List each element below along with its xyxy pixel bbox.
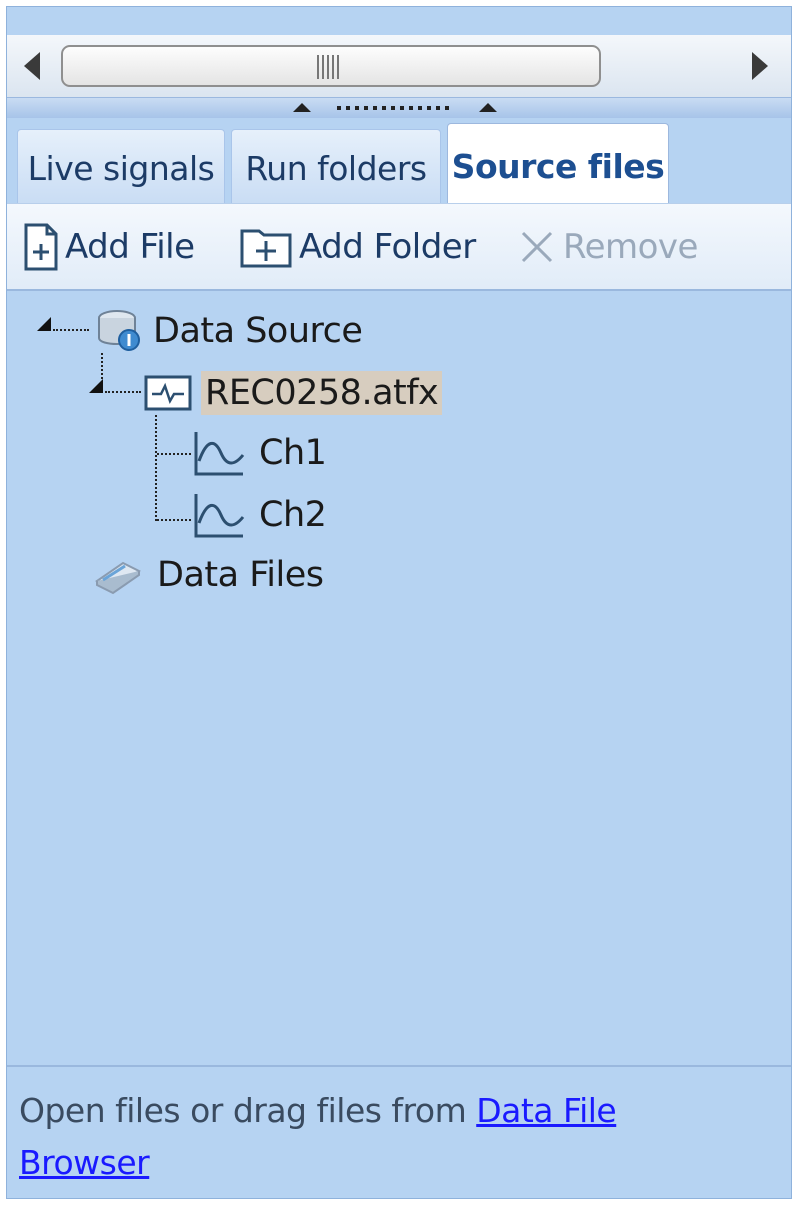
splitter-grip-icon — [337, 106, 449, 110]
link-text-line2: Browser — [19, 1143, 150, 1182]
scrollbar-thumb[interactable] — [61, 45, 601, 87]
tab-strip: Live signals Run folders Source files — [7, 123, 791, 209]
waveform-icon — [194, 432, 245, 476]
collapse-up-icon[interactable] — [293, 103, 311, 112]
source-tree: Data Source REC0258.atfx Ch1 Ch2 Data Fi… — [7, 291, 791, 1065]
hint-text: Open files or drag files from — [19, 1091, 477, 1130]
expand-up-icon[interactable] — [479, 103, 497, 112]
scroll-left-button[interactable] — [9, 35, 55, 97]
tree-node-data-source[interactable]: Data Source — [93, 305, 366, 357]
add-file-label: Add File — [65, 227, 195, 267]
arrow-left-icon — [24, 52, 40, 80]
source-files-panel: Live signals Run folders Source files Ad… — [6, 6, 792, 1199]
tab-run-folders[interactable]: Run folders — [231, 129, 441, 207]
tab-live-signals[interactable]: Live signals — [17, 129, 225, 207]
scroll-right-button[interactable] — [737, 35, 783, 97]
add-folder-icon — [240, 229, 292, 268]
arrow-right-icon — [752, 52, 768, 80]
toolbar: Add File Add Folder Remove — [7, 203, 791, 291]
status-hint: Open files or drag files from Data File B… — [7, 1065, 791, 1198]
horizontal-scrollbar[interactable] — [7, 35, 791, 97]
add-folder-label: Add Folder — [299, 227, 476, 267]
tree-node-file[interactable]: REC0258.atfx — [143, 367, 443, 419]
database-icon — [98, 310, 140, 351]
collapse-arrow-icon[interactable] — [89, 379, 103, 393]
tree-node-label: Ch2 — [259, 495, 327, 535]
tab-label: Source files — [451, 147, 665, 186]
tree-connector — [53, 329, 89, 331]
grip-icon — [317, 55, 339, 79]
close-icon — [521, 231, 553, 263]
tree-connector — [105, 391, 141, 393]
tree-node-label: Data Source — [153, 311, 363, 351]
tree-node-label: REC0258.atfx — [201, 371, 443, 415]
waveform-icon — [194, 494, 245, 538]
link-text-line1: Data File — [476, 1091, 617, 1130]
add-file-icon — [24, 223, 58, 271]
tree-connector — [155, 415, 157, 521]
remove-button[interactable]: Remove — [517, 204, 698, 290]
panel-splitter[interactable] — [7, 97, 791, 118]
data-files-icon — [95, 561, 141, 595]
collapse-arrow-icon[interactable] — [37, 317, 51, 331]
signal-file-icon — [144, 375, 192, 411]
tree-node-data-files[interactable]: Data Files — [93, 549, 328, 601]
tree-node-label: Ch1 — [259, 433, 327, 473]
tab-label: Run folders — [245, 149, 427, 188]
tab-label: Live signals — [27, 149, 215, 188]
tree-connector — [157, 453, 191, 455]
tree-node-channel[interactable]: Ch1 — [193, 427, 330, 479]
add-file-button[interactable]: Add File — [23, 204, 195, 290]
tree-node-label: Data Files — [157, 555, 324, 595]
tab-source-files[interactable]: Source files — [447, 123, 669, 209]
tree-connector — [157, 519, 191, 521]
tree-node-channel[interactable]: Ch2 — [193, 489, 330, 541]
add-folder-button[interactable]: Add Folder — [239, 204, 476, 290]
remove-label: Remove — [563, 227, 698, 267]
